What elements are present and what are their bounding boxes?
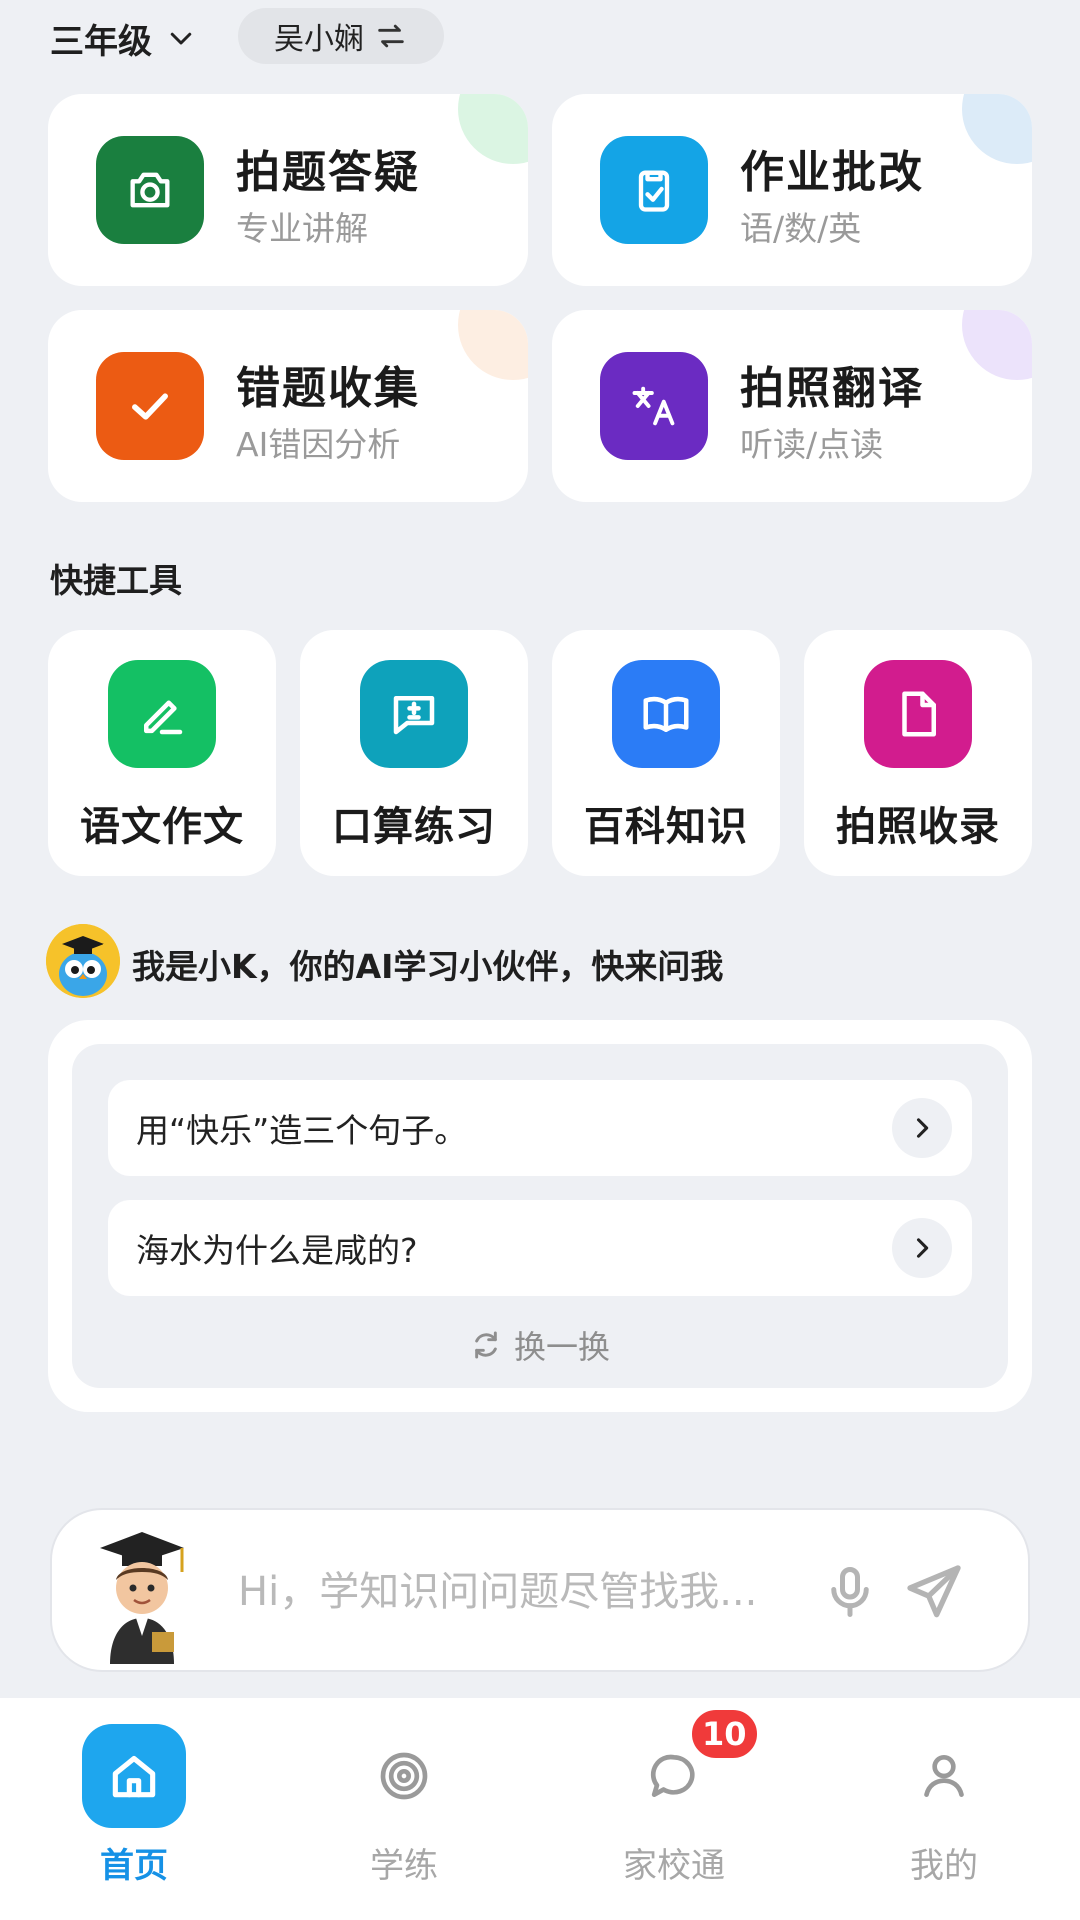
tool-essay[interactable]: 语文作文 [48, 630, 276, 876]
microphone-icon[interactable] [820, 1562, 880, 1622]
pencil-icon [108, 660, 216, 768]
camera-icon [96, 136, 204, 244]
tool-label: 百科知识 [584, 804, 748, 850]
chat-input-bar [50, 1508, 1030, 1672]
swap-icon [378, 24, 404, 48]
suggestion-item[interactable]: 用“快乐”造三个句子。 [108, 1080, 972, 1176]
feature-title: 作业批改 [740, 147, 924, 198]
section-title: 快捷工具 [50, 561, 182, 600]
bottom-navigation: 首页 学练 10 家校通 我的 [0, 1698, 1080, 1920]
assistant-intro: 我是小K，你的AI学习小伙伴，快来问我 [132, 947, 724, 986]
suggestion-text: 海水为什么是咸的? [136, 1231, 418, 1270]
tool-encyclopedia[interactable]: 百科知识 [552, 630, 780, 876]
switch-user-button[interactable]: 吴小娴 [238, 8, 444, 64]
card-corner-decoration [458, 310, 528, 380]
nav-label: 首页 [100, 1846, 168, 1886]
nav-tab-practice[interactable]: 学练 [304, 1698, 504, 1920]
refresh-label: 换一换 [513, 1328, 610, 1366]
nav-tab-school[interactable]: 10 家校通 [574, 1698, 774, 1920]
book-icon [612, 660, 720, 768]
owl-avatar [46, 924, 120, 998]
suggestion-item[interactable]: 海水为什么是咸的? [108, 1200, 972, 1296]
notification-badge: 10 [688, 1706, 761, 1762]
tutor-avatar [100, 1532, 184, 1664]
feature-card-photo-answer[interactable]: 拍题答疑 专业讲解 [48, 94, 528, 286]
feature-subtitle: AI错因分析 [236, 425, 401, 464]
feature-subtitle: 语/数/英 [740, 209, 862, 248]
card-corner-decoration [962, 310, 1032, 380]
feature-card-mistake-collection[interactable]: 错题收集 AI错因分析 [48, 310, 528, 502]
chevron-down-icon [170, 32, 192, 45]
clipboard-check-icon [600, 136, 708, 244]
chevron-right-icon [892, 1218, 952, 1278]
feature-card-homework-check[interactable]: 作业批改 语/数/英 [552, 94, 1032, 286]
nav-tab-home[interactable]: 首页 [34, 1698, 234, 1920]
refresh-suggestions-button[interactable]: 换一换 [72, 1320, 1008, 1370]
tool-photo-record[interactable]: 拍照收录 [804, 630, 1032, 876]
grade-selector[interactable]: 三年级 [50, 14, 196, 62]
user-name: 吴小娴 [274, 22, 364, 57]
tool-label: 语文作文 [80, 804, 244, 850]
suggestion-text: 用“快乐”造三个句子。 [136, 1111, 468, 1150]
nav-label: 我的 [910, 1846, 978, 1886]
target-icon [352, 1724, 456, 1828]
translate-icon [600, 352, 708, 460]
home-icon [82, 1724, 186, 1828]
feature-card-photo-translate[interactable]: 拍照翻译 听读/点读 [552, 310, 1032, 502]
feature-title: 拍照翻译 [740, 363, 924, 414]
send-icon[interactable] [902, 1560, 966, 1624]
card-corner-decoration [962, 94, 1032, 164]
grade-label: 三年级 [50, 21, 152, 62]
feature-title: 拍题答疑 [236, 147, 420, 198]
chevron-right-icon [892, 1098, 952, 1158]
tool-mental-math[interactable]: 口算练习 [300, 630, 528, 876]
feature-subtitle: 听读/点读 [740, 425, 884, 464]
document-icon [864, 660, 972, 768]
chat-input[interactable] [238, 1550, 818, 1634]
nav-label: 学练 [370, 1846, 438, 1886]
tool-label: 拍照收录 [836, 804, 1000, 850]
calc-chat-icon [360, 660, 468, 768]
check-icon [96, 352, 204, 460]
card-corner-decoration [458, 94, 528, 164]
nav-tab-profile[interactable]: 我的 [844, 1698, 1044, 1920]
refresh-icon [475, 1331, 497, 1359]
feature-title: 错题收集 [236, 363, 420, 414]
tool-label: 口算练习 [332, 804, 496, 850]
nav-label: 家校通 [623, 1846, 725, 1886]
user-icon [892, 1724, 996, 1828]
feature-subtitle: 专业讲解 [236, 209, 368, 248]
